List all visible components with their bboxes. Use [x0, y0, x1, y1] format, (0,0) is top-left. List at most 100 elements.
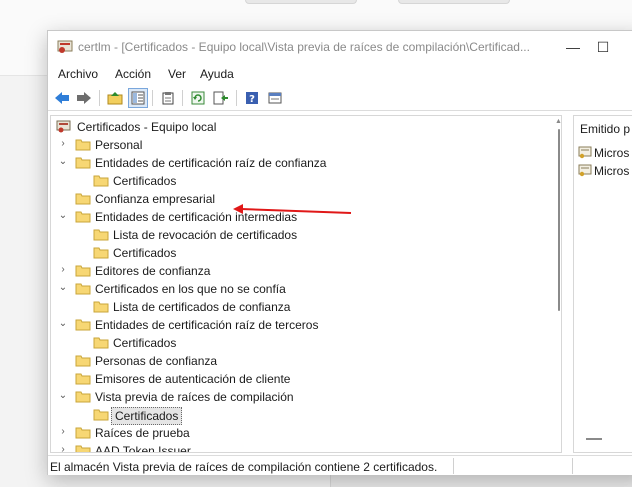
tree-item-test-roots[interactable]: › Raíces de prueba: [51, 424, 551, 442]
tree-item-intermediate-certs[interactable]: Certificados: [51, 244, 551, 262]
tree-label: Entidades de certificación raíz de terce…: [95, 318, 319, 332]
folder-open-icon: [75, 283, 91, 295]
folder-icon: [75, 265, 91, 277]
tree-label: Certificados - Equipo local: [77, 120, 217, 134]
tree-item-untrusted[interactable]: ⌄ Certificados en los que no se confía: [51, 280, 551, 298]
tree-root[interactable]: Certificados - Equipo local: [51, 118, 551, 136]
certificate-icon: [578, 164, 592, 177]
horizontal-scroll-thumb[interactable]: [586, 438, 602, 440]
minimize-button[interactable]: —: [558, 37, 588, 57]
tree-item-root-ca[interactable]: ⌄ Entidades de certificación raíz de con…: [51, 154, 551, 172]
cert-row[interactable]: Micros: [578, 162, 632, 180]
back-icon[interactable]: [52, 88, 72, 108]
chevron-down-icon[interactable]: ⌄: [57, 390, 69, 402]
console-tree[interactable]: Certificados - Equipo local › Personal ⌄…: [50, 115, 562, 453]
tree-label: Entidades de certificación raíz de confi…: [95, 156, 327, 170]
folder-icon: [93, 337, 109, 349]
folder-icon: [75, 193, 91, 205]
help-icon[interactable]: ?: [242, 88, 262, 108]
tree-label: Emisores de autenticación de cliente: [95, 372, 291, 386]
folder-icon: [75, 427, 91, 439]
svg-text:?: ?: [249, 94, 255, 105]
tree-item-aad-token-issuer[interactable]: › AAD Token Issuer: [51, 442, 551, 453]
tree-item-trusted-publishers[interactable]: › Editores de confianza: [51, 262, 551, 280]
tree-item-root-ca-certs[interactable]: Certificados: [51, 172, 551, 190]
column-header-issued-to[interactable]: Emitido p: [580, 122, 630, 136]
tree-label: Certificados: [111, 407, 183, 425]
tree-scrollbar[interactable]: ▲: [554, 116, 561, 452]
folder-icon: [93, 175, 109, 187]
tree-item-trusted-people[interactable]: Personas de confianza: [51, 352, 551, 370]
certificate-app-icon: [57, 40, 73, 53]
refresh-icon[interactable]: [188, 88, 208, 108]
details-pane[interactable]: Emitido p Micros Micros: [573, 115, 632, 453]
tree-label: Certificados: [113, 174, 177, 188]
chevron-down-icon[interactable]: ⌄: [57, 156, 69, 168]
maximize-button[interactable]: ☐: [588, 37, 618, 57]
chevron-right-icon[interactable]: ›: [57, 444, 69, 452]
cert-name: Micros: [594, 146, 630, 160]
tree-label: AAD Token Issuer: [95, 444, 191, 453]
tree-item-preview-certs-selected[interactable]: Certificados: [51, 406, 551, 425]
tree-label: Editores de confianza: [95, 264, 211, 278]
chevron-down-icon[interactable]: ⌄: [57, 318, 69, 330]
folder-icon: [93, 247, 109, 259]
menu-bar: Archivo Acción Ver Ayuda: [48, 64, 632, 84]
tree-label: Lista de certificados de confianza: [113, 300, 291, 314]
toolbar: ?: [48, 85, 632, 111]
tree-label: Confianza empresarial: [95, 192, 216, 206]
folder-open-icon: [75, 211, 91, 223]
certificate-store-icon: [56, 120, 71, 133]
tree-label: Personal: [95, 138, 143, 152]
menu-archivo[interactable]: Archivo: [58, 67, 98, 81]
tree-item-personal[interactable]: › Personal: [51, 136, 551, 154]
tree-label: Personas de confianza: [95, 354, 218, 368]
folder-open-icon: [75, 391, 91, 403]
export-list-icon[interactable]: [211, 88, 231, 108]
show-hide-tree-icon[interactable]: [128, 88, 148, 108]
up-folder-icon[interactable]: [105, 88, 125, 108]
tree-label: Certificados en los que no se confía: [95, 282, 286, 296]
tree-item-preview-build-roots[interactable]: ⌄ Vista previa de raíces de compilación: [51, 388, 551, 406]
status-text: El almacén Vista previa de raíces de com…: [50, 460, 438, 474]
tree-item-third-party[interactable]: ⌄ Entidades de certificación raíz de ter…: [51, 316, 551, 334]
folder-icon: [93, 409, 109, 421]
folder-open-icon: [75, 319, 91, 331]
background-tab[interactable]: [398, 0, 510, 4]
tree-label: Certificados: [113, 246, 177, 260]
chevron-right-icon[interactable]: ›: [57, 264, 69, 276]
cert-name: Micros: [594, 164, 630, 178]
chevron-down-icon[interactable]: ⌄: [57, 210, 69, 222]
window-title: certlm - [Certificados - Equipo local\Vi…: [78, 40, 530, 54]
tree-label: Certificados: [113, 336, 177, 350]
tree-label: Lista de revocación de certificados: [113, 228, 298, 242]
title-bar[interactable]: certlm - [Certificados - Equipo local\Vi…: [48, 31, 632, 63]
folder-open-icon: [75, 157, 91, 169]
tree-item-client-auth[interactable]: Emisores de autenticación de cliente: [51, 370, 551, 388]
chevron-right-icon[interactable]: ›: [57, 138, 69, 150]
folder-icon: [75, 355, 91, 367]
chevron-right-icon[interactable]: ›: [57, 426, 69, 438]
clipboard-icon[interactable]: [158, 88, 178, 108]
properties-icon[interactable]: [265, 88, 285, 108]
certlm-window: certlm - [Certificados - Equipo local\Vi…: [47, 30, 632, 475]
menu-ver[interactable]: Ver: [168, 67, 186, 81]
menu-ayuda[interactable]: Ayuda: [200, 67, 234, 81]
folder-icon: [75, 139, 91, 151]
folder-icon: [93, 229, 109, 241]
tree-item-third-party-certs[interactable]: Certificados: [51, 334, 551, 352]
tree-item-crl[interactable]: Lista de revocación de certificados: [51, 226, 551, 244]
cert-row[interactable]: Micros: [578, 144, 632, 162]
scroll-thumb[interactable]: [558, 129, 560, 311]
status-bar: El almacén Vista previa de raíces de com…: [48, 455, 632, 475]
tree-item-ctl[interactable]: Lista de certificados de confianza: [51, 298, 551, 316]
forward-icon[interactable]: [74, 88, 94, 108]
folder-icon: [93, 301, 109, 313]
folder-icon: [75, 373, 91, 385]
chevron-down-icon[interactable]: ⌄: [57, 282, 69, 294]
menu-accion[interactable]: Acción: [115, 67, 151, 81]
annotation-arrow-icon: [233, 204, 352, 214]
background-tab[interactable]: [245, 0, 357, 4]
scroll-up-icon[interactable]: ▲: [555, 118, 561, 125]
folder-icon: [75, 445, 91, 452]
